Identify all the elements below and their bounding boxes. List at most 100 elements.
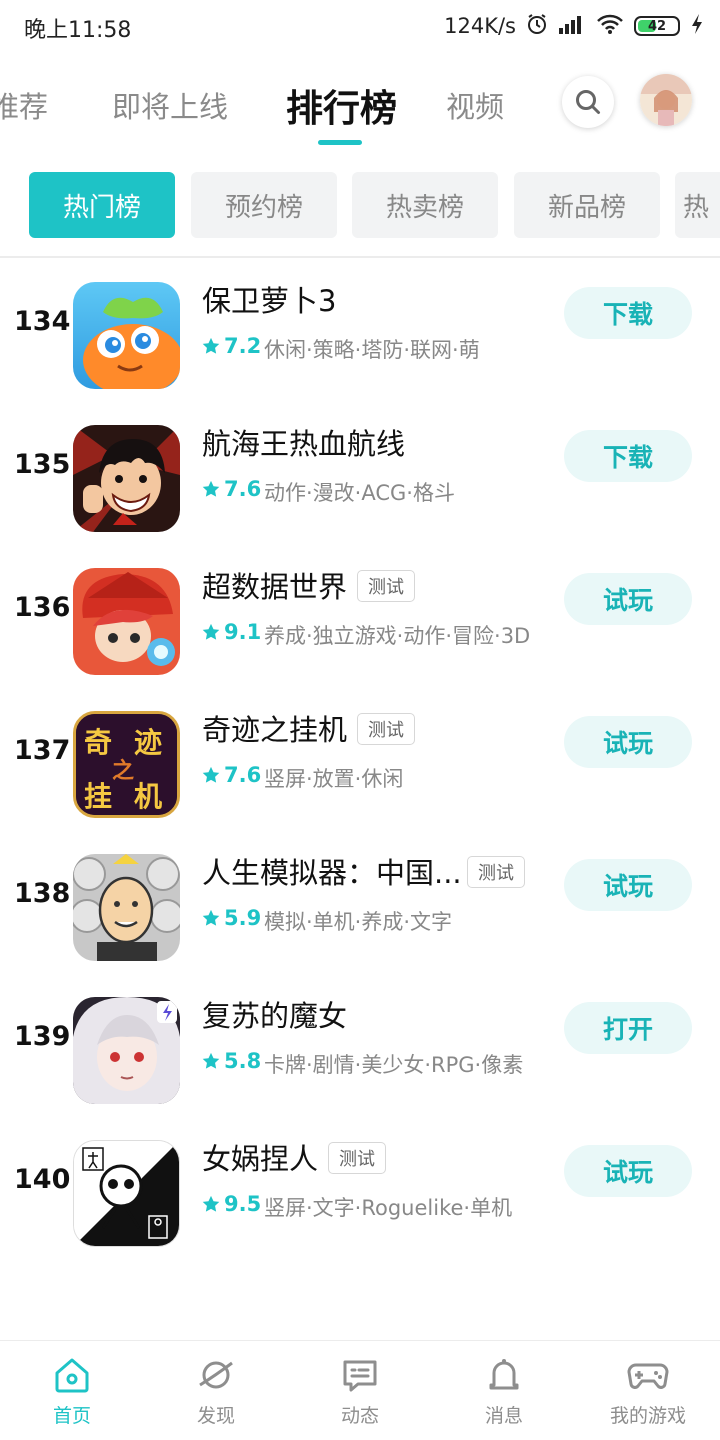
icon-char: 挂	[84, 780, 112, 813]
wifi-icon	[596, 13, 624, 40]
icon-char: 迹	[134, 726, 162, 759]
network-speed: 124K/s	[444, 14, 516, 38]
rating: 5.9	[202, 906, 261, 930]
star-icon	[202, 1052, 220, 1069]
status-bar: 晚上11:58 124K/s 42	[0, 0, 720, 52]
planet-icon	[199, 1361, 233, 1389]
chip-reservation[interactable]: 预约榜	[191, 172, 337, 238]
rank-number: 136	[14, 592, 71, 623]
tab-video[interactable]: 视频	[446, 84, 504, 126]
chip-more[interactable]: 热	[675, 172, 720, 238]
nav-discover[interactable]: 发现	[144, 1355, 288, 1428]
rank-number: 138	[14, 878, 71, 909]
star-icon	[202, 337, 220, 354]
app-tags: 竖屏·放置·休闲	[264, 767, 404, 791]
app-name: 保卫萝卜3	[202, 284, 337, 318]
list-item[interactable]: 136 超数据世界 测试 9.1 养成·独立游戏·动作·冒险·3D 试玩	[0, 544, 720, 687]
app-icon-carrot	[73, 282, 180, 389]
test-badge: 测试	[357, 570, 415, 602]
alarm-icon	[526, 13, 548, 40]
rating: 7.6	[202, 763, 261, 787]
battery-icon: 42	[634, 16, 680, 36]
app-icon-one-piece	[73, 425, 180, 532]
app-icon-qiji: 奇 迹 之 挂 机	[73, 711, 180, 818]
chat-icon	[343, 1360, 377, 1392]
app-icon-data-world	[73, 568, 180, 675]
star-icon	[202, 1195, 220, 1212]
download-button[interactable]: 下载	[564, 430, 692, 482]
app-icon-nuwa	[73, 1140, 180, 1247]
rank-number: 137	[14, 735, 71, 766]
search-button[interactable]	[562, 76, 614, 128]
nav-label: 我的游戏	[609, 1405, 686, 1427]
user-avatar[interactable]	[640, 74, 692, 126]
star-icon	[202, 623, 220, 640]
list-item[interactable]: 137 奇 迹 之 挂 机 奇迹之挂机 测试 7.6 竖屏·放置·休闲 试玩	[0, 687, 720, 830]
try-button[interactable]: 试玩	[564, 573, 692, 625]
rating: 7.2	[202, 334, 261, 358]
active-tab-indicator	[318, 140, 362, 145]
app-name: 奇迹之挂机	[202, 713, 348, 747]
rating-value: 5.8	[224, 1049, 262, 1073]
bell-icon	[489, 1359, 519, 1390]
app-name: 女娲捏人	[202, 1142, 319, 1176]
list-item[interactable]: 139 复苏的魔女 5.8 卡牌·剧情·美少女·RPG·像素 打开	[0, 973, 720, 1116]
app-tags: 动作·漫改·ACG·格斗	[264, 481, 455, 505]
download-button[interactable]: 下载	[564, 287, 692, 339]
nav-messages[interactable]: 消息	[432, 1355, 576, 1428]
screen: 晚上11:58 124K/s 42 推荐 即将上线 排行榜 视频 热门榜 预约榜…	[0, 0, 720, 1440]
try-button[interactable]: 试玩	[564, 1145, 692, 1197]
ranking-filter-chips: 热门榜 预约榜 热卖榜 新品榜 热	[0, 172, 720, 238]
rating-value: 7.6	[224, 477, 262, 501]
chip-hot[interactable]: 热门榜	[29, 172, 175, 238]
rating-value: 7.6	[224, 763, 262, 787]
rank-number: 140	[14, 1164, 71, 1195]
rank-number: 135	[14, 449, 71, 480]
nav-my-games[interactable]: 我的游戏	[576, 1355, 720, 1428]
status-time: 晚上11:58	[24, 18, 132, 43]
list-item[interactable]: 134 保卫萝卜3 7.2 休闲·策略·塔防·联网·萌 下载	[0, 258, 720, 401]
nav-label: 消息	[484, 1405, 523, 1427]
rank-number: 134	[14, 306, 71, 337]
chip-best-selling[interactable]: 热卖榜	[352, 172, 498, 238]
search-icon	[576, 90, 600, 114]
chip-new[interactable]: 新品榜	[514, 172, 660, 238]
open-button[interactable]: 打开	[564, 1002, 692, 1054]
tab-recommend[interactable]: 推荐	[0, 84, 48, 126]
rating: 7.6	[202, 477, 261, 501]
charging-icon	[690, 13, 704, 40]
bottom-nav: 首页 发现 动态 消息 我的游戏	[0, 1340, 720, 1440]
icon-char: 之	[112, 758, 134, 784]
nav-label: 首页	[52, 1405, 91, 1427]
nav-feed[interactable]: 动态	[288, 1355, 432, 1428]
rating: 9.1	[202, 620, 261, 644]
gamepad-icon	[627, 1363, 669, 1389]
try-button[interactable]: 试玩	[564, 716, 692, 768]
star-icon	[202, 766, 220, 783]
app-name: 超数据世界	[202, 570, 348, 604]
star-icon	[202, 480, 220, 497]
nav-label: 发现	[196, 1405, 235, 1427]
app-icon-witch	[73, 997, 180, 1104]
rating-value: 5.9	[224, 906, 262, 930]
signal-icon	[558, 14, 586, 39]
list-item[interactable]: 135 航海王热血航线 7.6 动作·漫改·ACG·格斗 下载	[0, 401, 720, 544]
test-badge: 测试	[467, 856, 525, 888]
rank-number: 139	[14, 1021, 71, 1052]
try-button[interactable]: 试玩	[564, 859, 692, 911]
app-tags: 养成·独立游戏·动作·冒险·3D	[264, 624, 531, 648]
list-item[interactable]: 138 人生模拟器：中国... 测试 5.9 模拟·单机·养成·文字 试玩	[0, 830, 720, 973]
app-name: 航海王热血航线	[202, 427, 406, 461]
nav-home[interactable]: 首页	[0, 1355, 144, 1428]
tab-rankings[interactable]: 排行榜	[286, 78, 397, 132]
star-icon	[202, 909, 220, 926]
app-name: 人生模拟器：中国...	[202, 856, 462, 890]
nav-label: 动态	[340, 1405, 379, 1427]
battery-level: 42	[647, 18, 667, 34]
status-indicators: 124K/s 42	[444, 10, 704, 42]
tab-upcoming[interactable]: 即将上线	[112, 84, 228, 126]
rating-value: 7.2	[224, 334, 262, 358]
app-name: 复苏的魔女	[202, 999, 348, 1033]
icon-char: 机	[134, 780, 162, 813]
list-item[interactable]: 140 女娲捏人 测试 9.5 竖屏·文字·Roguelike·单机 试玩	[0, 1116, 720, 1259]
